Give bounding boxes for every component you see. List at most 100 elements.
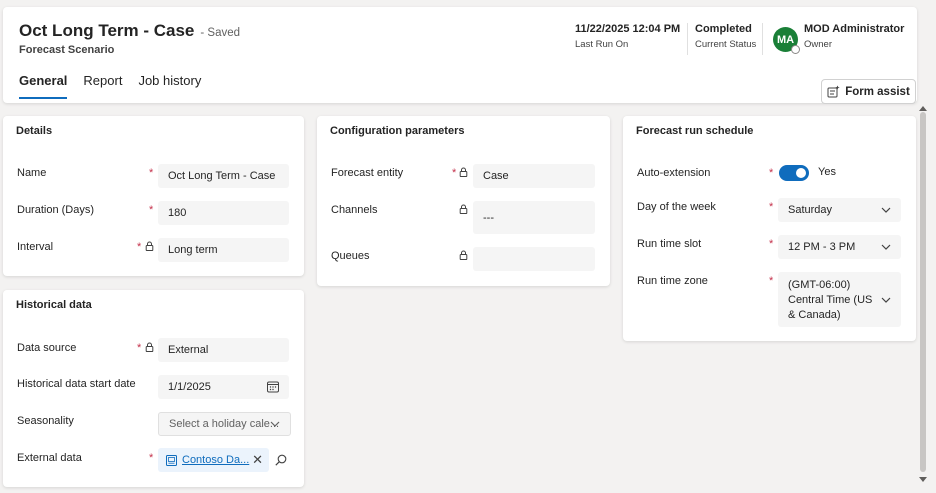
last-run-label: Last Run On <box>575 39 629 50</box>
start-date-field[interactable]: 1/1/2025 <box>158 375 289 399</box>
owner-link[interactable]: MOD Administrator <box>804 23 904 35</box>
forecast-entity-value: Case <box>483 170 509 182</box>
vertical-scrollbar[interactable] <box>920 112 926 472</box>
status-value: Completed <box>695 23 752 35</box>
run-time-zone-value: (GMT-06:00) Central Time (US & Canada) <box>788 279 873 321</box>
required-asterisk: * <box>769 275 774 287</box>
forecast-entity-field[interactable]: Case <box>473 164 595 188</box>
duration-value: 180 <box>168 207 187 219</box>
start-date-label: Historical data start date <box>17 378 136 390</box>
chevron-down-icon <box>881 297 891 303</box>
name-value: Oct Long Term - Case <box>168 170 276 182</box>
form-assist-icon <box>827 85 840 98</box>
chevron-down-icon <box>270 421 280 427</box>
tab-job-history[interactable]: Job history <box>138 73 201 99</box>
lock-icon <box>459 204 468 214</box>
name-field[interactable]: Oct Long Term - Case <box>158 164 289 188</box>
run-time-slot-label: Run time slot <box>637 238 702 250</box>
historical-data-section: Historical data Data source * External H… <box>3 290 304 487</box>
lock-icon <box>459 167 468 177</box>
run-time-zone-label: Run time zone <box>637 275 708 287</box>
duration-label: Duration (Days) <box>17 204 95 216</box>
form-assist-button[interactable]: Form assist <box>821 79 916 104</box>
calendar-icon[interactable] <box>267 381 279 393</box>
run-schedule-section: Forecast run schedule Auto-extension * Y… <box>623 116 916 341</box>
forecast-entity-label: Forecast entity <box>331 167 404 179</box>
record-header: Oct Long Term - Case - Saved Forecast Sc… <box>3 7 917 103</box>
interval-label: Interval <box>17 241 54 253</box>
save-status: - Saved <box>200 27 241 39</box>
title-row: Oct Long Term - Case - Saved <box>19 21 240 41</box>
last-run-value: 11/22/2025 12:04 PM <box>575 23 681 35</box>
section-title: Details <box>16 125 53 137</box>
start-date-value: 1/1/2025 <box>168 381 211 393</box>
data-source-field[interactable]: External <box>158 338 289 362</box>
run-time-slot-select[interactable]: 12 PM - 3 PM <box>778 235 901 259</box>
scroll-down-arrow[interactable] <box>919 477 927 482</box>
divider <box>687 23 688 55</box>
toggle-knob <box>796 168 806 178</box>
duration-field[interactable]: 180 <box>158 201 289 225</box>
tab-list: General Report Job history <box>19 73 201 99</box>
required-asterisk: * <box>769 167 774 179</box>
section-title: Configuration parameters <box>330 125 465 137</box>
chevron-down-icon <box>881 207 891 213</box>
avatar[interactable]: MA <box>773 27 800 54</box>
owner-field: MOD Administrator Owner <box>804 23 904 50</box>
queues-field[interactable] <box>473 247 595 271</box>
queues-label: Queues <box>331 250 370 262</box>
auto-extension-toggle[interactable] <box>779 165 809 181</box>
required-asterisk: * <box>149 452 154 464</box>
day-of-week-value: Saturday <box>788 204 833 216</box>
channels-value: --- <box>483 211 494 224</box>
section-title: Forecast run schedule <box>636 125 754 137</box>
seasonality-label: Seasonality <box>17 415 74 427</box>
clear-icon[interactable]: ✕ <box>252 452 263 468</box>
external-data-label: External data <box>17 452 82 464</box>
page-title: Oct Long Term - Case <box>19 21 195 40</box>
lock-icon <box>145 342 154 352</box>
interval-value: Long term <box>168 244 218 256</box>
entity-type: Forecast Scenario <box>19 44 115 56</box>
details-section: Details Name * Oct Long Term - Case Dura… <box>3 116 304 276</box>
day-of-week-select[interactable]: Saturday <box>778 198 901 222</box>
required-asterisk: * <box>137 241 142 253</box>
owner-label: Owner <box>804 39 832 50</box>
tab-report[interactable]: Report <box>83 73 122 99</box>
external-data-link[interactable]: Contoso Da... <box>182 454 249 466</box>
auto-extension-value: Yes <box>818 166 836 178</box>
required-asterisk: * <box>452 167 457 179</box>
divider <box>762 23 763 55</box>
scroll-up-arrow[interactable] <box>919 106 927 111</box>
data-source-value: External <box>168 344 209 356</box>
lock-icon <box>145 241 154 251</box>
external-data-lookup[interactable]: Contoso Da... ✕ <box>158 448 269 472</box>
last-run-field: 11/22/2025 12:04 PM Last Run On <box>575 23 680 50</box>
interval-field[interactable]: Long term <box>158 238 289 262</box>
tab-general[interactable]: General <box>19 73 68 99</box>
lookup-record-icon <box>166 454 177 466</box>
channels-field[interactable]: --- <box>473 201 595 234</box>
avatar-initials: MA <box>776 33 795 46</box>
seasonality-placeholder: Select a holiday cale... <box>169 418 280 430</box>
section-title: Historical data <box>16 299 92 311</box>
form-assist-label: Form assist <box>845 85 910 98</box>
channels-label: Channels <box>331 204 378 216</box>
chevron-down-icon <box>881 244 891 250</box>
required-asterisk: * <box>149 167 154 179</box>
run-time-zone-select[interactable]: (GMT-06:00) Central Time (US & Canada) <box>778 272 901 327</box>
auto-extension-label: Auto-extension <box>637 167 711 179</box>
name-label: Name <box>17 167 47 179</box>
required-asterisk: * <box>137 342 142 354</box>
search-icon[interactable] <box>275 454 287 466</box>
day-of-week-label: Day of the week <box>637 201 716 213</box>
presence-icon <box>791 45 800 54</box>
required-asterisk: * <box>769 238 774 250</box>
required-asterisk: * <box>769 201 774 213</box>
lock-icon <box>459 250 468 260</box>
status-label: Current Status <box>695 39 757 50</box>
status-field: Completed Current Status <box>695 23 756 50</box>
data-source-label: Data source <box>17 342 77 354</box>
seasonality-select[interactable]: Select a holiday cale... <box>158 412 291 436</box>
required-asterisk: * <box>149 204 154 216</box>
